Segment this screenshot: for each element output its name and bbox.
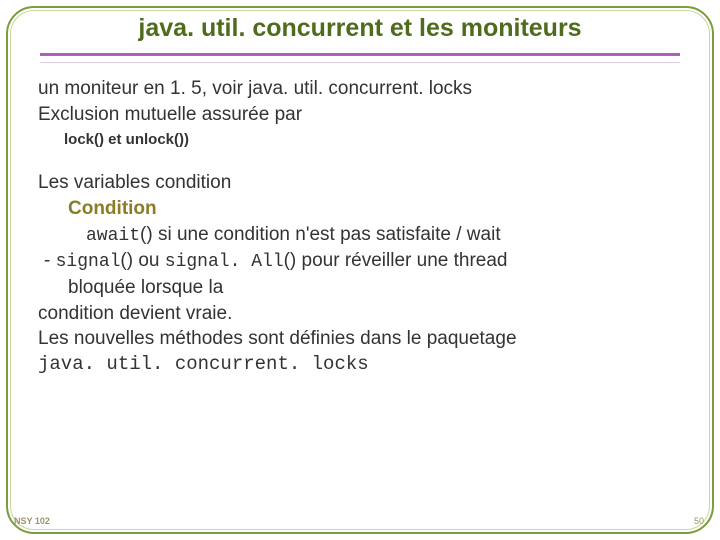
slide-inner-border — [10, 10, 710, 530]
footer-left-label: NSY 102 — [14, 516, 50, 526]
footer-page-number: 50 — [694, 516, 704, 526]
